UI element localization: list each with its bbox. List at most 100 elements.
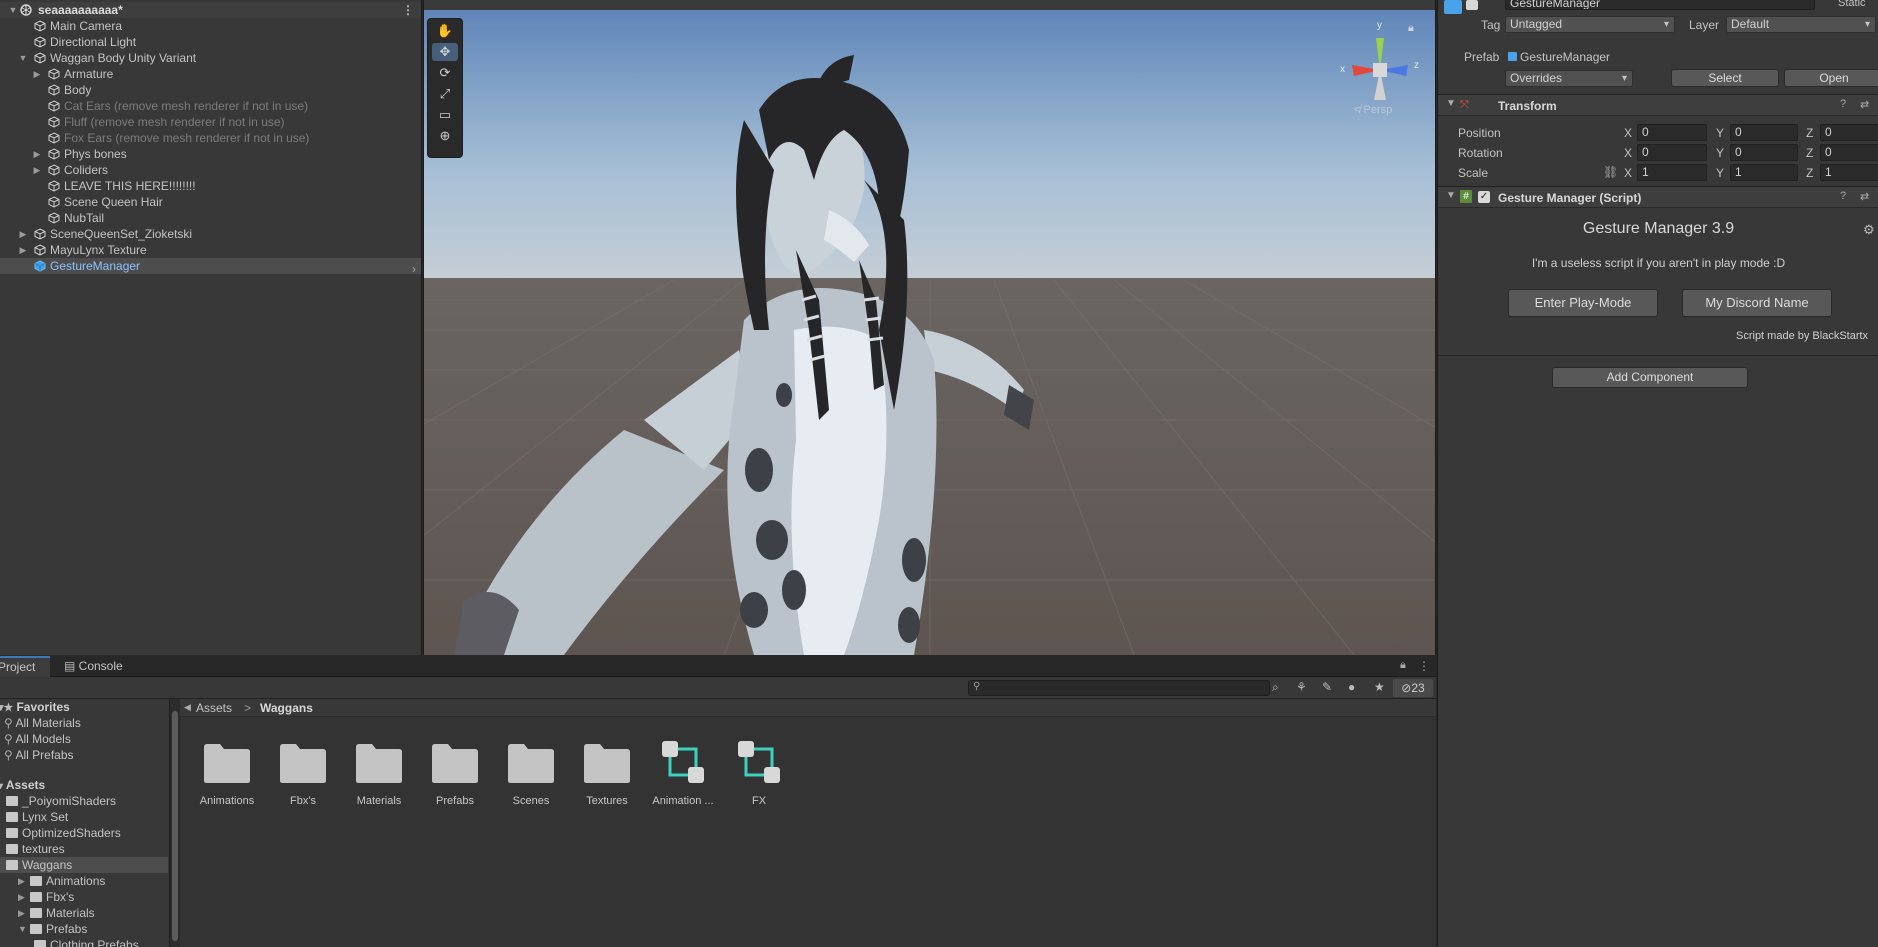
asset-tree-item[interactable]: OptimizedShaders: [0, 825, 168, 841]
settings-icon[interactable]: ⇄: [1860, 98, 1869, 111]
hierarchy-item-nubtail[interactable]: NubTail: [0, 210, 421, 226]
hierarchy-scene-row[interactable]: ▼ seaaaaaaaaaa* ⋮: [0, 2, 421, 18]
static-label[interactable]: Static: [1838, 0, 1866, 9]
add-component-button[interactable]: Add Component: [1552, 367, 1748, 388]
hierarchy-item-scenequeenset[interactable]: ▶ SceneQueenSet_Zioketski: [0, 226, 421, 242]
gear-icon[interactable]: ⚙: [1863, 222, 1875, 238]
layer-dropdown[interactable]: Default: [1726, 16, 1876, 33]
move-tool-icon[interactable]: ✥: [432, 43, 458, 61]
rotation-y-field[interactable]: 0: [1730, 144, 1798, 161]
asset-tree-item[interactable]: _PoiyomiShaders: [0, 793, 168, 809]
scale-z-field[interactable]: 1: [1820, 164, 1878, 181]
fold-arrow-icon[interactable]: ▼: [18, 50, 28, 66]
asset-tile[interactable]: Animations: [192, 735, 262, 807]
script-header[interactable]: ▼ # ✓ Gesture Manager (Script) ? ⇄: [1438, 186, 1878, 208]
persp-label[interactable]: ≮ Persp: [1354, 104, 1392, 116]
link-icon[interactable]: ⛓: [1603, 165, 1618, 179]
fold-arrow-icon[interactable]: ▶: [18, 889, 25, 905]
warning-icon[interactable]: ●: [1348, 680, 1355, 694]
settings-icon[interactable]: ⇄: [1860, 190, 1869, 203]
position-y-field[interactable]: 0: [1730, 124, 1798, 141]
search-by-type-icon[interactable]: ⌕: [1272, 680, 1279, 695]
fold-arrow-icon[interactable]: ▶: [18, 226, 28, 242]
prefab-asset-name[interactable]: GestureManager: [1520, 50, 1610, 64]
star-icon[interactable]: ★: [1374, 680, 1385, 694]
scene-view[interactable]: [423, 0, 1436, 655]
scene-menu-icon[interactable]: ⋮: [402, 2, 414, 18]
hierarchy-item-directional-light[interactable]: Directional Light: [0, 34, 421, 50]
script-enabled-checkbox[interactable]: ✓: [1478, 191, 1490, 203]
lock-icon[interactable]: 🔒︎: [1408, 22, 1414, 35]
favorites-item[interactable]: ⚲ All Prefabs: [4, 747, 74, 763]
favorites-item[interactable]: ⚲ All Models: [4, 731, 71, 747]
favorites-item[interactable]: ⚲ All Materials: [4, 715, 81, 731]
hierarchy-item-leave-this-here[interactable]: LEAVE THIS HERE!!!!!!!!: [0, 178, 421, 194]
asset-tile[interactable]: Fbx's: [268, 735, 338, 807]
active-checkbox[interactable]: [1466, 0, 1478, 10]
rotate-tool-icon[interactable]: ⟳: [432, 64, 458, 82]
rotation-z-field[interactable]: 0: [1820, 144, 1878, 161]
fold-arrow-icon[interactable]: ▶: [32, 162, 42, 178]
hierarchy-item-main-camera[interactable]: Main Camera: [0, 18, 421, 34]
asset-tree-item[interactable]: textures: [0, 841, 168, 857]
asset-tile[interactable]: Animation ...: [648, 735, 718, 807]
hierarchy-item-waggan-body[interactable]: ▼ Waggan Body Unity Variant: [0, 50, 421, 66]
hidden-packages-toggle[interactable]: ⊘23: [1393, 679, 1433, 697]
asset-tree-item[interactable]: Lynx Set: [0, 809, 168, 825]
hierarchy-item-fluff[interactable]: Fluff (remove mesh renderer if not in us…: [0, 114, 421, 130]
asset-tree-item[interactable]: Clothing Prefabs: [0, 937, 168, 947]
fold-arrow-icon[interactable]: ▼: [1446, 98, 1456, 109]
favorites-header[interactable]: ▾★ Favorites: [0, 699, 70, 715]
hierarchy-item-phys-bones[interactable]: ▶ Phys bones: [0, 146, 421, 162]
breadcrumb-current[interactable]: Waggans: [260, 701, 313, 715]
asset-tile[interactable]: Textures: [572, 735, 642, 807]
asset-tree-item[interactable]: ▶ Fbx's: [0, 889, 168, 905]
project-search-input[interactable]: ⚲: [968, 680, 1270, 696]
fold-arrow-icon[interactable]: ▶: [18, 905, 25, 921]
tab-project[interactable]: Project: [0, 656, 50, 677]
hierarchy-item-armature[interactable]: ▶ Armature: [0, 66, 421, 82]
fold-arrow-icon[interactable]: ▶: [32, 66, 42, 82]
hand-tool-icon[interactable]: ✋: [432, 22, 458, 40]
fold-arrow-icon[interactable]: ▼: [18, 921, 27, 937]
prefab-open-button[interactable]: Open: [1784, 69, 1878, 87]
menu-icon[interactable]: ⋮: [1418, 659, 1430, 673]
rect-tool-icon[interactable]: ▭: [432, 106, 458, 124]
rotation-x-field[interactable]: 0: [1637, 144, 1707, 161]
hierarchy-item-cat-ears[interactable]: Cat Ears (remove mesh renderer if not in…: [0, 98, 421, 114]
tag-dropdown[interactable]: Untagged: [1505, 16, 1675, 33]
transform-tool-icon[interactable]: ⊕: [432, 127, 458, 145]
enter-play-mode-button[interactable]: Enter Play-Mode: [1508, 289, 1658, 317]
asset-tree-item[interactable]: Waggans: [0, 857, 168, 873]
hierarchy-item-mayulynx-texture[interactable]: ▶ MayuLynx Texture: [0, 242, 421, 258]
fold-arrow-icon[interactable]: ▶: [32, 146, 42, 162]
position-z-field[interactable]: 0: [1820, 124, 1878, 141]
asset-tile[interactable]: FX: [724, 735, 794, 807]
assets-header[interactable]: ▾ Assets: [0, 777, 45, 793]
fold-arrow-icon[interactable]: ▼: [8, 2, 18, 18]
scale-x-field[interactable]: 1: [1637, 164, 1707, 181]
fold-arrow-icon[interactable]: ▶: [18, 242, 28, 258]
hierarchy-item-coliders[interactable]: ▶ Coliders: [0, 162, 421, 178]
project-tree-scrollbar[interactable]: [170, 699, 180, 947]
scale-tool-icon[interactable]: ⤢: [432, 85, 458, 103]
asset-tile[interactable]: Materials: [344, 735, 414, 807]
asset-tree-item[interactable]: ▼ Prefabs: [0, 921, 168, 937]
breadcrumb-root[interactable]: Assets: [196, 701, 232, 715]
fold-arrow-icon[interactable]: ▼: [1446, 190, 1456, 201]
lock-icon[interactable]: 🔒︎: [1400, 659, 1406, 672]
hierarchy-item-body[interactable]: Body: [0, 82, 421, 98]
transform-header[interactable]: ▼ ⤧ Transform ? ⇄: [1438, 94, 1878, 116]
prefab-select-button[interactable]: Select: [1671, 69, 1779, 87]
fold-arrow-icon[interactable]: ▶: [18, 873, 25, 889]
asset-tile[interactable]: Scenes: [496, 735, 566, 807]
position-x-field[interactable]: 0: [1637, 124, 1707, 141]
help-icon[interactable]: ?: [1840, 190, 1846, 202]
label-icon[interactable]: ✎: [1322, 680, 1332, 694]
help-icon[interactable]: ?: [1840, 98, 1846, 110]
scene-viewport[interactable]: [424, 0, 1436, 655]
tab-console[interactable]: ▤ Console: [56, 656, 136, 677]
discord-name-button[interactable]: My Discord Name: [1682, 289, 1832, 317]
asset-tree-item[interactable]: ▶ Materials: [0, 905, 168, 921]
filter-icon[interactable]: ⚘: [1296, 680, 1307, 694]
